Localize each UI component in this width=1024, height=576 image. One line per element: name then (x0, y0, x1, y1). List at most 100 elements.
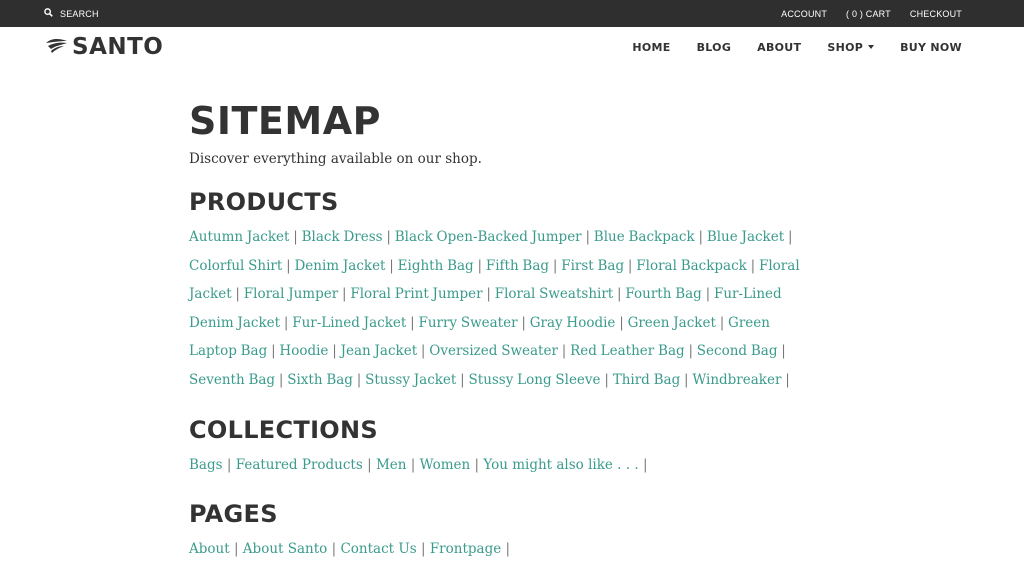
sitemap-link[interactable]: Seventh Bag (189, 372, 275, 388)
caret-down-icon (868, 45, 875, 49)
nav-home[interactable]: HOME (632, 41, 670, 54)
checkout-link[interactable]: CHECKOUT (910, 9, 962, 19)
search-label: SEARCH (60, 8, 99, 19)
link-separator: | (271, 343, 276, 360)
link-separator: | (785, 371, 790, 388)
sitemap-link[interactable]: Black Open-Backed Jumper (395, 229, 582, 245)
sitemap-link[interactable]: Red Leather Bag (570, 343, 685, 359)
sitemap-link[interactable]: Men (376, 457, 407, 473)
sitemap-link[interactable]: Denim Jacket (294, 258, 385, 274)
sitemap-content: SITEMAP Discover everything available on… (0, 67, 830, 564)
sitemap-link[interactable]: Gray Hoodie (530, 315, 616, 331)
sitemap-link[interactable]: Stussy Long Sleeve (469, 372, 601, 388)
link-separator: | (561, 343, 567, 360)
leaf-logo-icon (45, 37, 69, 58)
sitemap-link[interactable]: Fifth Bag (486, 258, 549, 274)
link-separator: | (604, 371, 609, 388)
link-separator: | (477, 257, 483, 274)
sitemap-link[interactable]: Black Dress (302, 229, 383, 245)
sitemap-link[interactable]: Bags (189, 457, 223, 473)
sitemap-link[interactable]: Oversized Sweater (429, 343, 558, 359)
sitemap-link[interactable]: Colorful Shirt (189, 258, 282, 274)
sitemap-link[interactable]: Contact Us (340, 541, 416, 557)
link-separator: | (233, 541, 239, 558)
search-icon (44, 8, 53, 19)
sitemap-link[interactable]: Stussy Jacket (365, 372, 456, 388)
logo-text: SANTO (72, 34, 164, 60)
link-separator: | (226, 456, 232, 473)
nav-shop-label: SHOP (827, 40, 864, 54)
sitemap-link[interactable]: About (189, 541, 230, 557)
collections-links: Bags | Featured Products | Men | Women |… (189, 451, 819, 480)
sitemap-link[interactable]: Eighth Bag (398, 258, 474, 274)
link-separator: | (698, 229, 704, 245)
nav-shop[interactable]: SHOP (827, 40, 875, 54)
products-links: Autumn Jacket | Black Dress | Black Open… (189, 223, 819, 395)
link-separator: | (410, 456, 416, 473)
link-separator: | (719, 314, 725, 331)
link-separator: | (505, 541, 511, 558)
link-separator: | (420, 343, 426, 360)
link-separator: | (356, 371, 362, 388)
sitemap-link[interactable]: Floral Print Jumper (350, 286, 482, 302)
link-separator: | (235, 286, 240, 303)
top-bar: SEARCH ACCOUNT ( 0 ) CART CHECKOUT (0, 0, 1024, 27)
link-separator: | (585, 229, 590, 245)
logo[interactable]: SANTO (45, 34, 163, 60)
sitemap-link[interactable]: Blue Backpack (594, 229, 695, 245)
link-separator: | (642, 456, 648, 473)
sitemap-link[interactable]: First Bag (561, 258, 624, 274)
link-separator: | (278, 371, 284, 388)
link-separator: | (342, 286, 347, 303)
sitemap-link[interactable]: Frontpage (430, 541, 501, 557)
sitemap-link[interactable]: Furry Sweater (418, 315, 517, 331)
section-title-collections: COLLECTIONS (189, 415, 378, 444)
cart-link[interactable]: ( 0 ) CART (846, 9, 891, 19)
sitemap-link[interactable]: Sixth Bag (287, 372, 353, 388)
sitemap-link[interactable]: Women (420, 457, 471, 473)
sitemap-link[interactable]: Green Jacket (628, 315, 716, 331)
link-separator: | (386, 229, 391, 245)
pages-links: About | About Santo | Contact Us | Front… (189, 535, 819, 564)
sitemap-link[interactable]: Windbreaker (692, 372, 781, 388)
link-separator: | (293, 229, 298, 245)
sitemap-link[interactable]: Floral Backpack (636, 258, 747, 274)
sitemap-link[interactable]: Third Bag (613, 372, 681, 388)
sitemap-link[interactable]: Featured Products (236, 457, 363, 473)
sitemap-link[interactable]: Fur-Lined Jacket (292, 315, 406, 331)
sitemap-link[interactable]: About Santo (243, 541, 327, 557)
link-separator: | (460, 371, 465, 388)
search-button[interactable]: SEARCH (44, 8, 99, 19)
sitemap-link[interactable]: Hoodie (279, 343, 328, 359)
link-separator: | (787, 229, 793, 245)
link-separator: | (332, 343, 337, 360)
sitemap-link[interactable]: Second Bag (697, 343, 778, 359)
main-nav: HOME BLOG ABOUT SHOP BUY NOW (632, 41, 962, 54)
sitemap-link[interactable]: You might also like . . . (483, 457, 638, 473)
link-separator: | (331, 541, 337, 558)
link-separator: | (627, 257, 633, 274)
link-separator: | (705, 286, 711, 303)
link-separator: | (420, 541, 426, 558)
link-separator: | (552, 257, 558, 274)
nav-buy-now[interactable]: BUY NOW (900, 41, 962, 54)
sitemap-link[interactable]: Blue Jacket (707, 229, 784, 245)
nav-about[interactable]: ABOUT (757, 41, 801, 54)
sitemap-link[interactable]: Autumn Jacket (189, 229, 289, 245)
nav-blog[interactable]: BLOG (697, 41, 732, 54)
section-title-pages: PAGES (189, 500, 278, 529)
link-separator: | (486, 286, 491, 303)
link-separator: | (283, 314, 289, 331)
section-title-products: PRODUCTS (189, 188, 339, 216)
link-separator: | (688, 343, 693, 360)
link-separator: | (389, 257, 394, 274)
link-separator: | (619, 314, 624, 331)
link-separator: | (474, 456, 480, 473)
sitemap-link[interactable]: Jean Jacket (341, 343, 418, 359)
sitemap-link[interactable]: Floral Sweatshirt (495, 286, 614, 302)
sitemap-link[interactable]: Floral Jumper (244, 286, 338, 302)
link-separator: | (410, 314, 415, 331)
sitemap-link[interactable]: Fourth Bag (625, 286, 701, 302)
account-link[interactable]: ACCOUNT (781, 9, 827, 19)
site-header: SANTO HOME BLOG ABOUT SHOP BUY NOW (0, 27, 1024, 67)
